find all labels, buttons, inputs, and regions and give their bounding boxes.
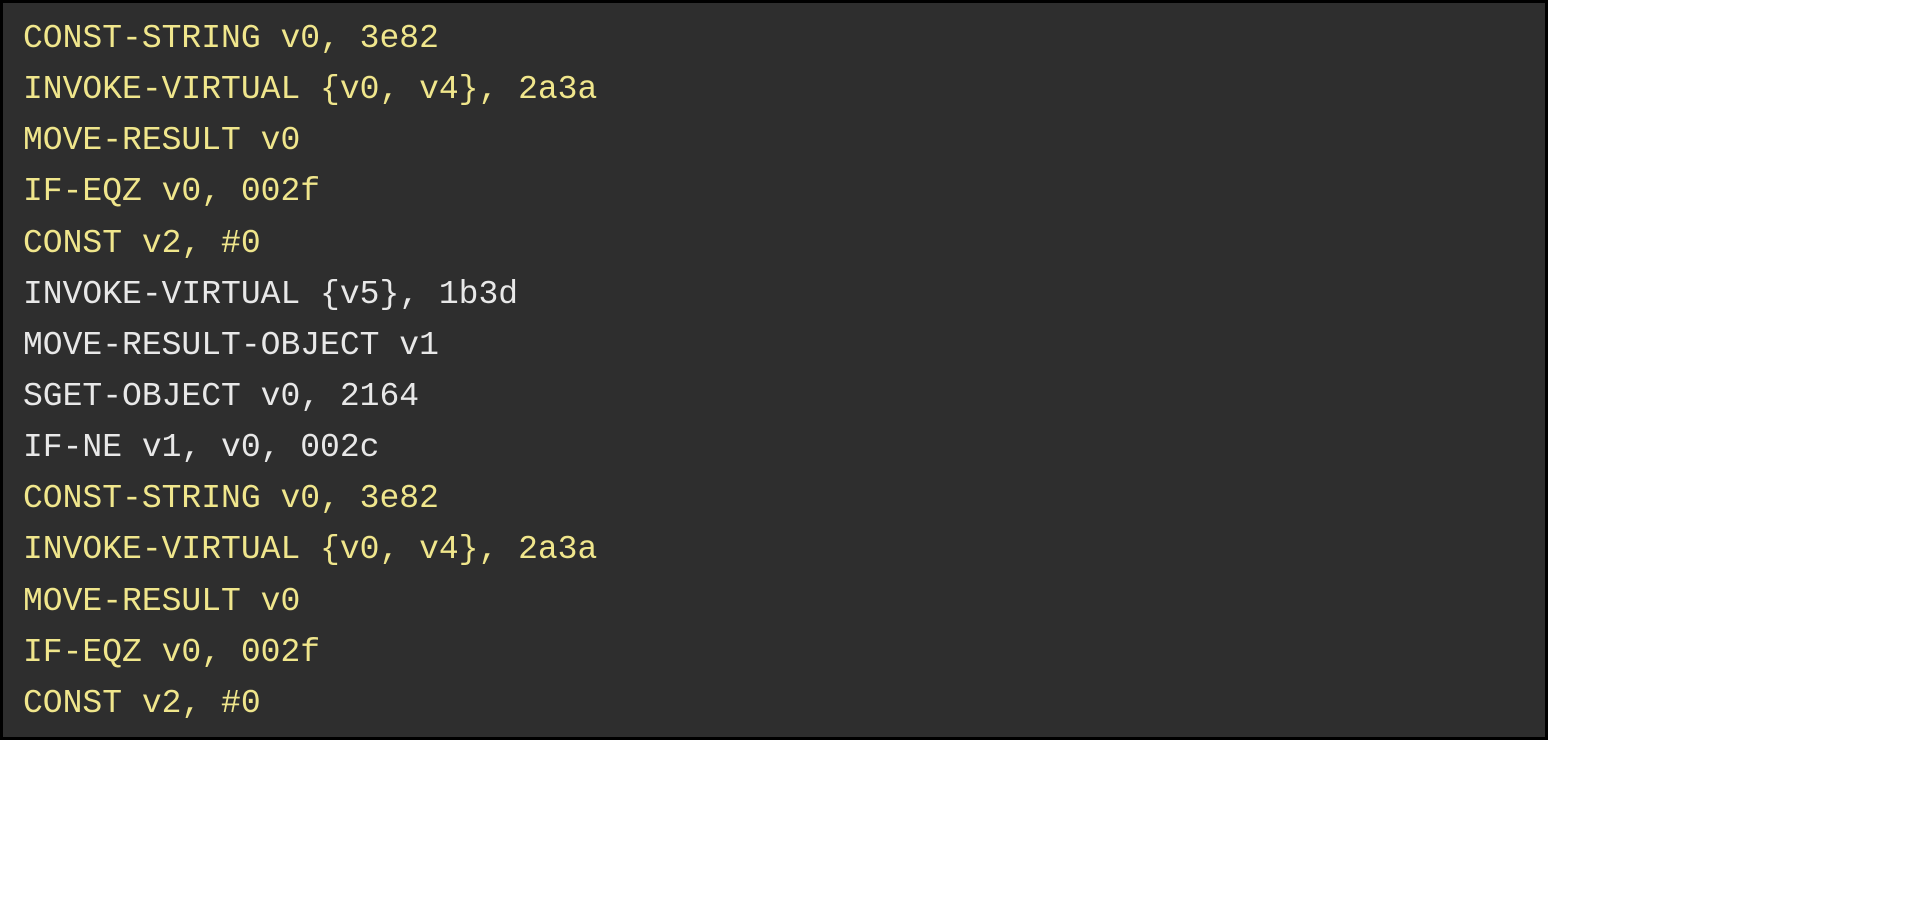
code-line: IF-EQZ v0, 002f — [23, 166, 1525, 217]
code-line: INVOKE-VIRTUAL {v5}, 1b3d — [23, 269, 1525, 320]
code-line: INVOKE-VIRTUAL {v0, v4}, 2a3a — [23, 64, 1525, 115]
code-line: MOVE-RESULT-OBJECT v1 — [23, 320, 1525, 371]
code-line: IF-EQZ v0, 002f — [23, 627, 1525, 678]
code-line: IF-NE v1, v0, 002c — [23, 422, 1525, 473]
code-line: CONST v2, #0 — [23, 678, 1525, 729]
code-line: INVOKE-VIRTUAL {v0, v4}, 2a3a — [23, 524, 1525, 575]
terminal-window: CONST-STRING v0, 3e82 INVOKE-VIRTUAL {v0… — [0, 0, 1548, 740]
code-line: MOVE-RESULT v0 — [23, 576, 1525, 627]
code-line: CONST-STRING v0, 3e82 — [23, 13, 1525, 64]
code-line: SGET-OBJECT v0, 2164 — [23, 371, 1525, 422]
code-line: CONST v2, #0 — [23, 218, 1525, 269]
code-line: MOVE-RESULT v0 — [23, 115, 1525, 166]
code-line: CONST-STRING v0, 3e82 — [23, 473, 1525, 524]
